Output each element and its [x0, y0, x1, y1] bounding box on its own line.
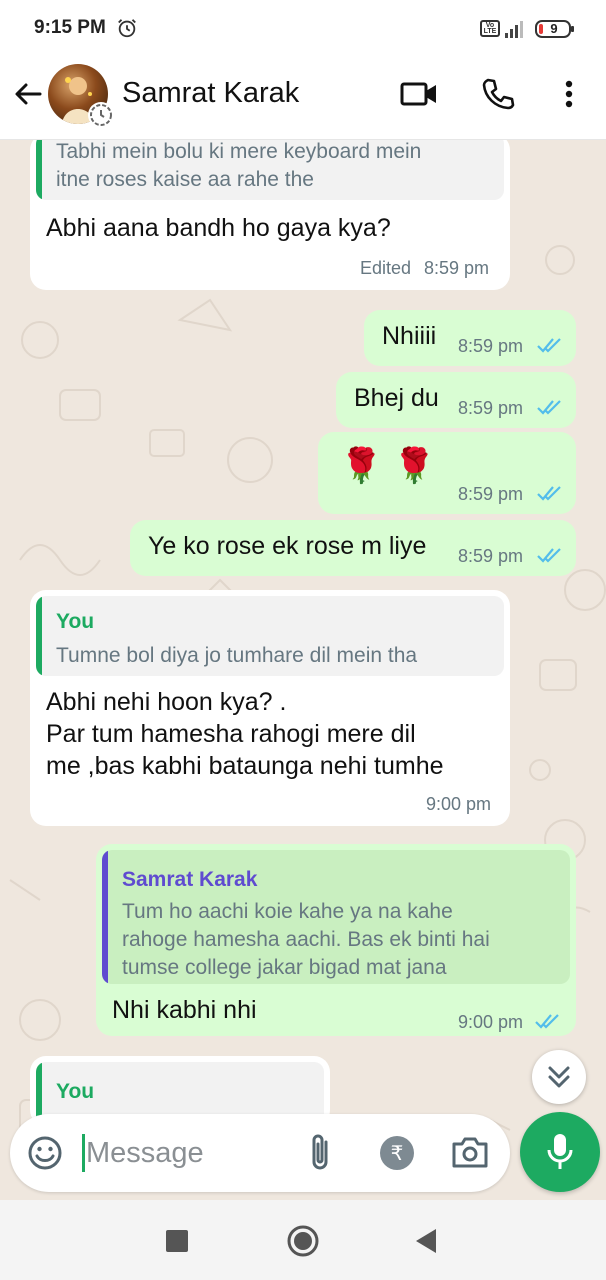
message-outgoing[interactable]: 🌹 🌹 8:59 pm	[318, 432, 576, 514]
quote-text-line: Tum ho aachi koie kahe ya na kahe	[122, 900, 453, 923]
chat-header: Samrat Karak	[0, 58, 606, 140]
message-time: 8:59 pm	[458, 336, 524, 356]
read-receipt-icon	[537, 338, 561, 353]
camera-icon[interactable]	[450, 1134, 490, 1170]
volte-icon: Vo LTE	[480, 20, 500, 37]
reply-quote[interactable]: Tabhi mein bolu ki mere keyboard mein it…	[36, 140, 504, 200]
recents-button[interactable]	[166, 1230, 188, 1252]
message-text-line: Abhi nehi hoon kya? .	[46, 688, 287, 716]
quote-text-line: rahoge hamesha aachi. Bas ek binti hai	[122, 928, 490, 951]
quote-sender: You	[56, 1080, 95, 1103]
signal-icon	[505, 21, 523, 38]
more-options-icon[interactable]	[556, 76, 582, 112]
quote-bar	[36, 140, 42, 200]
message-time: 8:59 pm	[458, 398, 524, 418]
message-text: Nhi kabhi nhi	[112, 996, 257, 1024]
message-text: Nhiiii	[382, 322, 437, 350]
status-time: 9:15 PM	[34, 17, 106, 38]
chat-area[interactable]: Tabhi mein bolu ki mere keyboard mein it…	[0, 140, 606, 1200]
message-time: 8:59 pm	[424, 258, 490, 278]
quote-text-line: tumse college jakar bigad mat jana	[122, 956, 447, 979]
message-text: Ye ko rose ek rose m liye	[148, 532, 427, 560]
message-time: 8:59 pm	[458, 484, 524, 504]
microphone-icon	[547, 1134, 573, 1169]
svg-text:₹: ₹	[391, 1141, 404, 1165]
read-receipt-icon	[535, 1014, 559, 1029]
message-composer: ₹	[10, 1114, 510, 1192]
message-outgoing[interactable]: Bhej du 8:59 pm	[336, 372, 576, 428]
message-time: 8:59 pm	[458, 546, 524, 566]
message-text: Abhi aana bandh ho gaya kya?	[46, 214, 391, 242]
message-time: 9:00 pm	[458, 1012, 524, 1032]
read-receipt-icon	[537, 548, 561, 563]
quote-text-line: itne roses kaise aa rahe the	[56, 168, 314, 191]
edited-label: Edited	[360, 258, 412, 278]
voice-call-icon[interactable]	[480, 76, 516, 112]
home-button[interactable]	[286, 1224, 320, 1258]
message-time: 9:00 pm	[426, 794, 492, 814]
video-call-icon[interactable]	[400, 78, 438, 110]
quote-bar	[36, 596, 42, 676]
attachment-icon[interactable]	[306, 1132, 336, 1174]
status-ring-icon	[88, 102, 114, 128]
quote-text-line: Tabhi mein bolu ki mere keyboard mein	[56, 140, 422, 163]
emoji-icon[interactable]	[26, 1134, 64, 1172]
message-incoming[interactable]: Tabhi mein bolu ki mere keyboard mein it…	[30, 140, 510, 290]
quote-sender: Samrat Karak	[122, 868, 258, 891]
message-outgoing[interactable]: Nhiiii 8:59 pm	[364, 310, 576, 366]
message-text: Bhej du	[354, 384, 439, 412]
quote-bar	[102, 850, 108, 984]
status-bar: 9:15 PM Vo LTE 9	[0, 0, 606, 58]
message-text-line: Par tum hamesha rahogi mere dil	[46, 720, 416, 748]
read-receipt-icon	[537, 400, 561, 415]
system-navigation-bar	[0, 1200, 606, 1280]
battery-level: 9	[550, 21, 558, 36]
message-incoming[interactable]: You Tumne bol diya jo tumhare dil mein t…	[30, 590, 510, 826]
reply-quote[interactable]: You Tumne bol diya jo tumhare dil mein t…	[36, 596, 504, 676]
message-text-line: me ,bas kabhi bataunga nehi tumhe	[46, 752, 444, 780]
back-arrow-icon[interactable]	[12, 78, 44, 110]
alarm-icon	[118, 19, 136, 38]
message-outgoing[interactable]: Ye ko rose ek rose m liye 8:59 pm	[130, 520, 576, 576]
nav-back-button[interactable]	[414, 1227, 438, 1255]
message-input[interactable]	[80, 1128, 300, 1178]
scroll-to-bottom-button[interactable]	[532, 1050, 586, 1104]
contact-name[interactable]: Samrat Karak	[122, 77, 299, 110]
quote-text-line: Tumne bol diya jo tumhare dil mein tha	[56, 644, 418, 667]
voice-message-button[interactable]	[520, 1112, 600, 1192]
message-outgoing[interactable]: Samrat Karak Tum ho aachi koie kahe ya n…	[96, 844, 576, 1036]
read-receipt-icon	[537, 486, 561, 501]
double-chevron-down-icon	[548, 1066, 570, 1088]
quote-sender: You	[56, 610, 95, 633]
reply-quote[interactable]: Samrat Karak Tum ho aachi koie kahe ya n…	[102, 850, 570, 984]
payment-rupee-icon[interactable]: ₹	[378, 1134, 416, 1172]
emoji-message: 🌹 🌹	[340, 446, 436, 486]
